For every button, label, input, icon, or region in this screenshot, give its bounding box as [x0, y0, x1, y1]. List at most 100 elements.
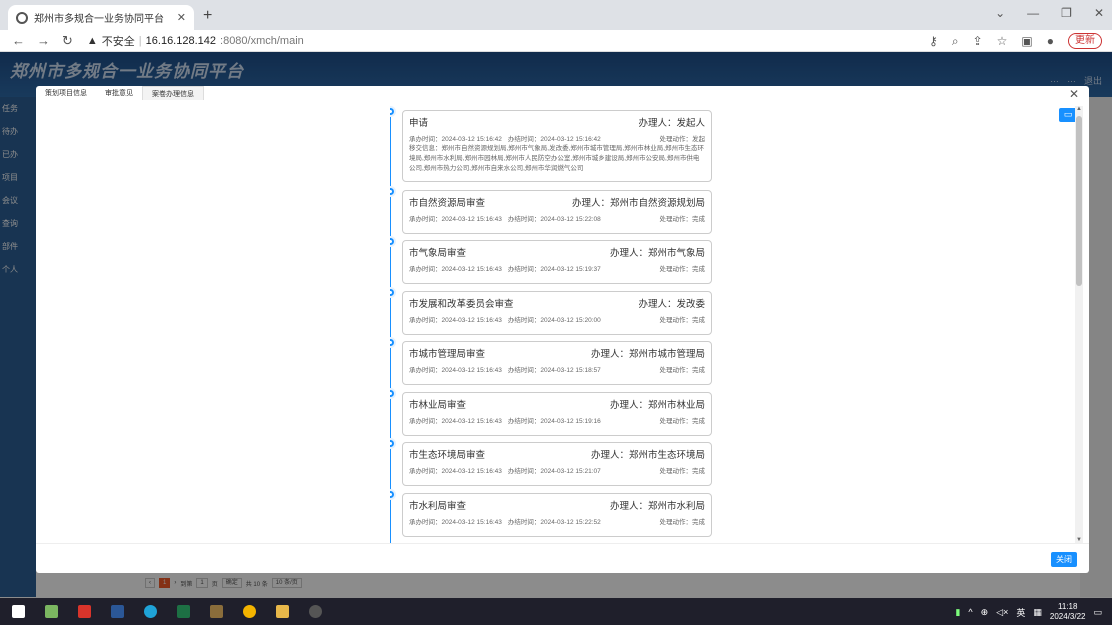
profile-icon[interactable]: ●: [1047, 34, 1054, 48]
timeline-card: 市城市管理局审查 办理人：郑州市城市管理局 承办时间：2024-03-12 15:1…: [402, 341, 712, 385]
url-field[interactable]: ▲ 不安全 | 16.16.128.142:8080/xmch/main: [87, 33, 304, 49]
remote-desktop-icon[interactable]: [309, 605, 322, 618]
update-button[interactable]: 更新: [1068, 33, 1102, 49]
transfer-info: 移交信息：郑州市自然资源规划局,郑州市气象局,发改委,郑州市城市管理局,郑州市林…: [409, 145, 705, 172]
action: 处理动作：发起: [659, 136, 706, 143]
window-controls: ⌄ — ❐ ✕: [995, 6, 1104, 20]
action: 处理动作：完成: [659, 418, 706, 425]
reload-icon[interactable]: ↻: [62, 33, 73, 49]
scrollbar-thumb[interactable]: [1076, 116, 1082, 286]
handled-time: 办结时间：2024-03-12 15:18:57: [507, 367, 601, 374]
word-icon[interactable]: [111, 605, 124, 618]
start-icon[interactable]: [12, 605, 25, 618]
network-icon[interactable]: ⊕: [981, 607, 989, 618]
step-name: 市自然资源局审查: [409, 198, 486, 209]
timeline-card: 市气象局审查 办理人：郑州市气象局承办时间：2024-03-12 15:16:43…: [402, 240, 712, 284]
clock-time: 11:18: [1057, 602, 1078, 611]
tab-close-icon[interactable]: ✕: [177, 11, 186, 24]
timeline-dot-icon: [390, 236, 396, 247]
share-icon[interactable]: ⇪: [973, 34, 983, 48]
action: 处理动作：完成: [659, 317, 706, 324]
browser-toolbar: ⚷ ⌕ ⇪ ☆ ▣ ● 更新: [929, 33, 1102, 49]
step-name: 市城市管理局审查: [409, 349, 486, 360]
acrobat-icon[interactable]: [78, 605, 91, 618]
timeline-card: 市自然资源局审查 办理人：郑州市自然资源规划局 承办时间：2024-03-12 15…: [402, 190, 712, 234]
action: 处理动作：完成: [659, 468, 706, 475]
handled-time: 办结时间：2024-03-12 15:22:08: [507, 216, 601, 223]
browser-tab[interactable]: 郑州市多规合一业务协同平台 ✕: [8, 5, 194, 30]
modal-footer: 关闭: [36, 543, 1089, 573]
vertical-scrollbar[interactable]: ▲ ▼: [1075, 106, 1083, 543]
handled-time: 办结时间：2024-03-12 15:19:16: [507, 418, 601, 425]
step-name: 市发展和改革委员会审查: [409, 299, 514, 310]
modal-close-icon[interactable]: ✕: [1069, 87, 1079, 101]
handler: 办理人：发改委: [638, 299, 705, 310]
url-warning-text: 不安全: [101, 35, 135, 48]
new-tab-button[interactable]: +: [203, 7, 212, 25]
chrome-icon[interactable]: [243, 605, 256, 618]
sidepanel-icon[interactable]: ▣: [1021, 34, 1032, 48]
warning-icon: ▲: [86, 34, 98, 47]
tab-title: 郑州市多规合一业务协同平台: [34, 14, 164, 25]
timeline-dot-icon: [390, 489, 396, 500]
tab-case-handling[interactable]: 案卷办理信息: [142, 86, 204, 100]
tab-search-icon[interactable]: ⌄: [995, 6, 1005, 20]
minimize-button[interactable]: —: [1027, 6, 1039, 20]
received-time: 承办时间：2024-03-12 15:16:43: [409, 468, 502, 475]
handler: 办理人：发起人: [638, 118, 705, 129]
received-time: 承办时间：2024-03-12 15:16:43: [409, 317, 502, 324]
scroll-up-icon[interactable]: ▲: [1075, 106, 1083, 112]
windows-taskbar: ▮ ^ ⊕ ◁× 英 ▦ 11:18 2024/3/22 ▭: [0, 598, 1112, 625]
forward-icon[interactable]: →: [37, 33, 50, 48]
timeline-dot-icon: [390, 106, 396, 117]
timeline-card: 市水利局审查 办理人：郑州市水利局 承办时间：2024-03-12 15:16:43…: [402, 493, 712, 537]
handler: 办理人：郑州市自然资源规划局: [571, 198, 705, 209]
received-time: 承办时间：2024-03-12 15:16:43: [409, 266, 502, 273]
url-host: 16.16.128.142: [145, 34, 217, 47]
timeline-card: 市林业局审查 办理人：郑州市林业局 承办时间：2024-03-12 15:16:43…: [402, 392, 712, 436]
folder-icon[interactable]: [276, 605, 289, 618]
address-bar: ← → ↻ ▲ 不安全 | 16.16.128.142:8080/xmch/ma…: [0, 30, 1112, 52]
handler: 办理人：郑州市城市管理局: [590, 349, 705, 360]
step-name: 申请: [409, 118, 429, 129]
timeline-dot-icon: [390, 438, 396, 449]
handler: 办理人：郑州市水利局: [609, 501, 705, 512]
action: 处理动作：完成: [659, 367, 706, 374]
ime-mode-icon[interactable]: ▦: [1033, 607, 1042, 618]
volume-icon[interactable]: ◁×: [996, 607, 1008, 618]
timeline-card: 市发展和改革委员会审查 办理人：发改委承办时间：2024-03-12 15:16:…: [402, 291, 712, 335]
close-window-button[interactable]: ✕: [1094, 6, 1104, 20]
timeline-card: 申请 办理人：发起人 承办时间：2024-03-12 15:16:42 办结时间：20…: [402, 110, 712, 182]
tray-expand-icon[interactable]: ^: [968, 607, 972, 617]
tab-project-info[interactable]: 策划项目信息: [36, 86, 96, 100]
action: 处理动作：完成: [659, 519, 706, 526]
close-button[interactable]: 关闭: [1051, 552, 1077, 567]
key-icon[interactable]: ⚷: [929, 34, 938, 48]
back-icon[interactable]: ←: [12, 33, 25, 48]
action: 处理动作：完成: [659, 266, 706, 273]
excel-icon[interactable]: [177, 605, 190, 618]
clock[interactable]: 11:18 2024/3/22: [1050, 602, 1086, 622]
zoom-icon[interactable]: ⌕: [952, 34, 959, 49]
timeline-dot-icon: [390, 287, 396, 298]
ime-indicator[interactable]: 英: [1016, 606, 1025, 619]
tab-approval-opinions[interactable]: 审批意见: [96, 86, 142, 100]
step-name: 市气象局审查: [409, 248, 467, 259]
modal-tabs: 策划项目信息 审批意见 案卷办理信息: [36, 86, 1089, 100]
handler: 办理人：郑州市林业局: [609, 400, 705, 411]
handled-time: 办结时间：2024-03-12 15:21:07: [507, 468, 601, 475]
bookmark-star-icon[interactable]: ☆: [997, 34, 1008, 48]
timeline-card: 市生态环境局审查 办理人：郑州市生态环境局 承办时间：2024-03-12 15:1…: [402, 442, 712, 486]
app-icon[interactable]: [210, 605, 223, 618]
timeline-dot-icon: [390, 337, 396, 348]
maximize-button[interactable]: ❐: [1061, 6, 1072, 20]
handler: 办理人：郑州市气象局: [609, 248, 705, 259]
battery-icon[interactable]: ▮: [955, 607, 960, 618]
notification-icon[interactable]: ▭: [1093, 607, 1102, 618]
browser-icon[interactable]: [144, 605, 157, 618]
timeline-scroll-area[interactable]: 申请 办理人：发起人 承办时间：2024-03-12 15:16:42 办结时间：20…: [390, 106, 1078, 543]
handled-time: 办结时间：2024-03-12 15:16:42: [507, 136, 601, 143]
notepad-icon[interactable]: [45, 605, 58, 618]
handled-time: 办结时间：2024-03-12 15:20:00: [507, 317, 601, 324]
step-name: 市林业局审查: [409, 400, 467, 411]
